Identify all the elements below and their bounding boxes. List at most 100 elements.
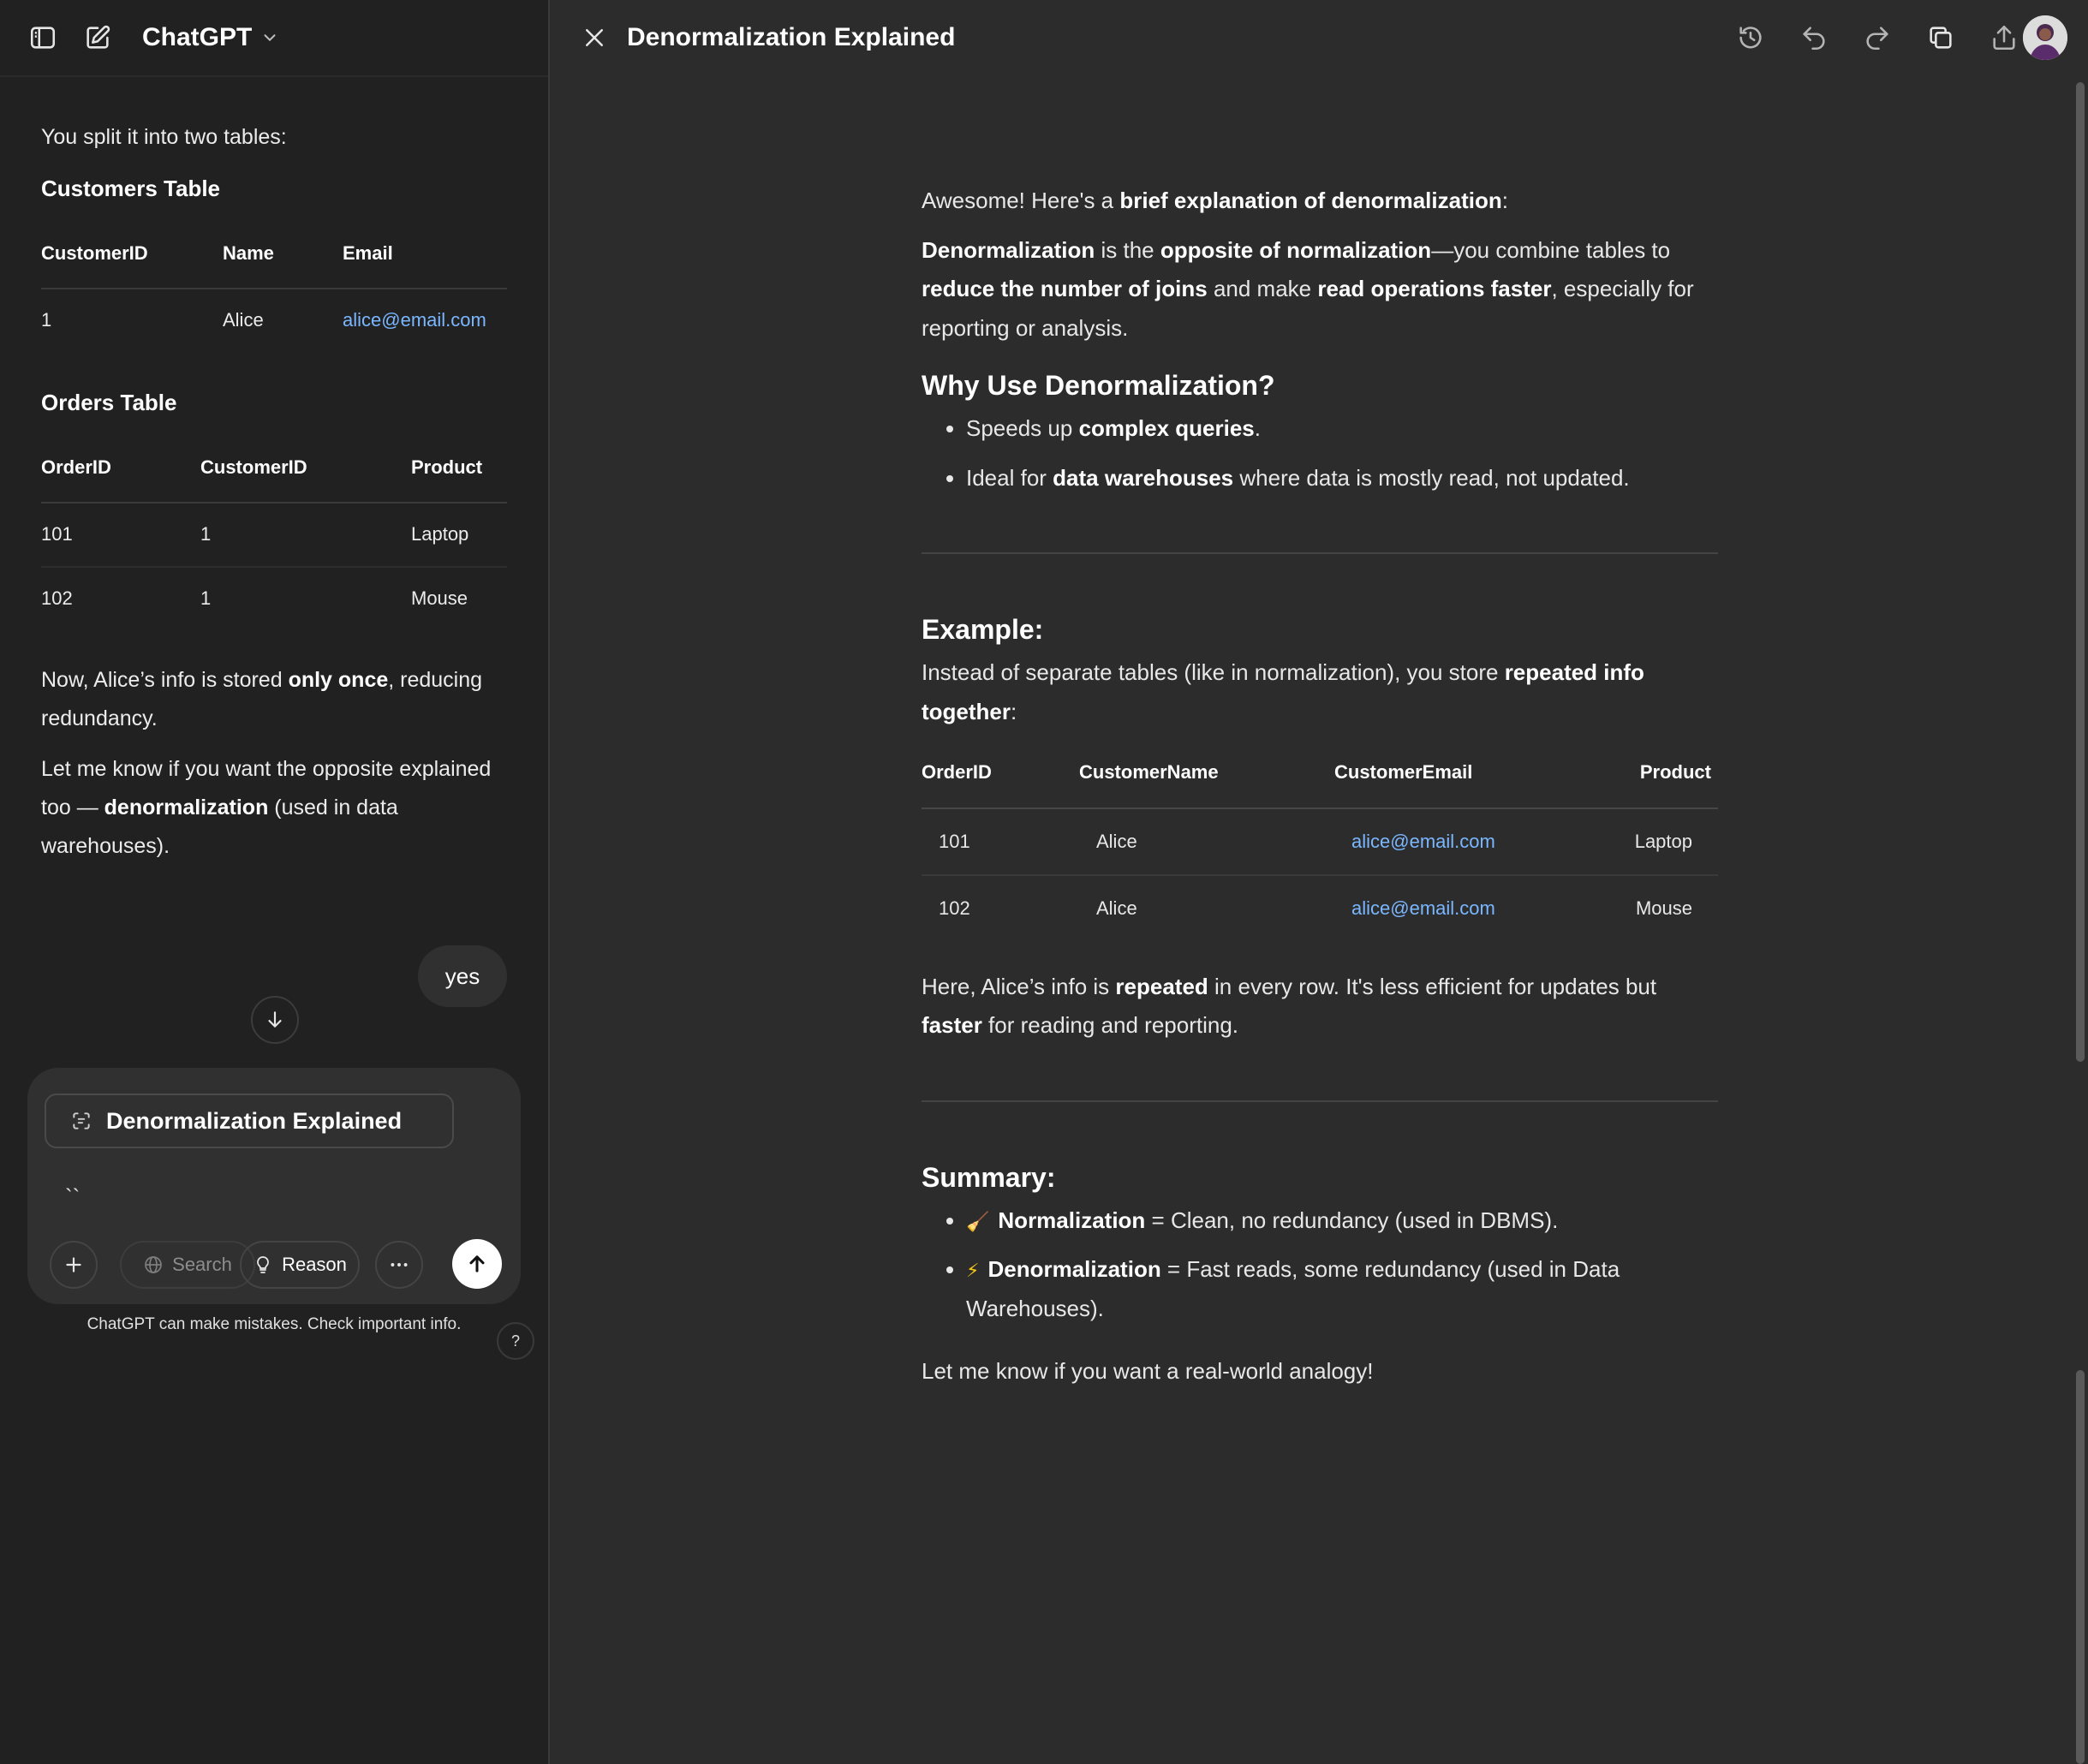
canvas-document: Awesome! Here's a brief explanation of d… [922,182,1718,1402]
close-icon [582,25,607,51]
search-button[interactable]: Search [120,1241,255,1289]
message-text: You split it into two tables: [41,125,287,149]
broom-icon: 🧹 [966,1210,990,1232]
table-cell: 102 [41,587,73,609]
scroll-down-button[interactable] [251,996,299,1044]
table-cell: Alice [223,309,264,331]
divider [922,552,1718,554]
undo-icon[interactable] [1793,17,1834,58]
message-text: Let me know if you want the opposite exp… [41,756,492,858]
table-header: Product [1591,748,1718,809]
table-header: Product [411,443,507,504]
table-cell: 102 [939,897,970,920]
composer-input[interactable]: `` [65,1177,80,1218]
email-link[interactable]: alice@email.com [343,309,486,331]
table-cell: alice@email.com [1334,875,1591,942]
table-cell: 101 [922,808,1079,877]
reason-button[interactable]: Reason [240,1241,360,1289]
table-header: Email [343,229,507,290]
list-item: Ideal for data warehouses where data is … [966,459,1718,498]
table-row: 101 Alice alice@email.com Laptop [922,808,1718,877]
denormalized-table: OrderID CustomerName CustomerEmail Produ… [922,748,1718,942]
table-header: OrderID [41,443,200,504]
canvas-chip[interactable]: Denormalization Explained [45,1094,454,1148]
table-header: OrderID [922,748,1079,809]
canvas-header: Denormalization Explained [550,0,2088,75]
arrow-down-icon [264,1009,286,1031]
table-cell: 1 [200,503,411,568]
chevron-down-icon [260,28,279,47]
section-heading: Example: [922,614,1044,645]
table-cell: Mouse [1635,897,1692,920]
attach-button[interactable] [50,1241,98,1289]
doc-paragraph: Let me know if you want a real-world ana… [922,1358,1374,1385]
table-row: 1 Alice alice@email.com [41,289,507,352]
canvas-icon [70,1110,92,1132]
customers-table: CustomerID Name Email 1 Alice alice@emai… [41,229,507,352]
table-cell: 101 [41,503,200,568]
help-button[interactable]: ? [497,1322,534,1360]
table-cell: Alice [1079,808,1334,877]
table-header: CustomerID [200,443,411,504]
disclaimer: ChatGPT can make mistakes. Check importa… [87,1315,462,1333]
table-cell: 1 [41,309,52,331]
sidebar-toggle-icon[interactable] [24,19,62,57]
table-header: CustomerEmail [1334,748,1591,809]
section-heading: Summary: [922,1161,1056,1193]
model-switcher[interactable]: ChatGPT [142,17,279,58]
canvas-chip-label: Denormalization Explained [106,1107,403,1134]
canvas-scrollbar[interactable] [2076,82,2085,1062]
table-row: 102 1 Mouse [41,567,507,630]
version-history-icon[interactable] [1730,17,1771,58]
section-heading: Why Use Denormalization? [922,370,1275,401]
table-cell: Mouse [411,587,468,609]
share-icon[interactable] [1984,17,2025,58]
model-name: ChatGPT [142,23,253,51]
table-cell: alice@email.com [343,289,507,352]
doc-paragraph: Here, Alice’s info is repeated in every … [922,973,1657,1039]
why-list: Speeds up complex queries. Ideal for dat… [922,409,1718,498]
chat-header: ChatGPT [0,0,548,77]
new-chat-icon[interactable] [79,19,116,57]
table-cell: Laptop [411,503,507,568]
page-scrollbar[interactable] [2076,1370,2085,1764]
chat-panel: ChatGPT You split it into two tables: Cu… [0,0,548,1764]
table-cell: 1 [200,587,212,609]
lightning-icon: ⚡ [966,1260,980,1282]
table-header: Name [223,229,343,290]
table-header: CustomerName [1079,748,1334,809]
arrow-up-icon [465,1252,489,1276]
orders-table: OrderID CustomerID Product 101 1 Laptop … [41,443,507,630]
send-button[interactable] [452,1239,502,1289]
close-canvas-button[interactable] [576,19,613,57]
email-link[interactable]: alice@email.com [1351,897,1495,919]
doc-paragraph: Denormalization is the opposite of norma… [922,236,1694,341]
doc-paragraph: Instead of separate tables (like in norm… [922,659,1644,724]
more-tools-button[interactable] [375,1241,423,1289]
list-item: ⚡Denormalization = Fast reads, some redu… [966,1250,1718,1328]
message-text: Now, Alice’s info is stored only once, r… [41,667,483,730]
doc-paragraph: Awesome! Here's a brief explanation of d… [922,188,1508,213]
email-link[interactable]: alice@email.com [1351,831,1495,852]
divider [922,1100,1718,1102]
avatar[interactable] [2023,15,2067,60]
search-button-label: Search [172,1254,232,1276]
canvas-panel: Denormalization Explained Awesome! Here'… [548,0,2088,1764]
redo-icon[interactable] [1857,17,1898,58]
orders-table-heading: Orders Table [41,389,177,415]
table-row: 102 Alice alice@email.com Mouse [922,875,1718,942]
table-header: CustomerID [41,229,223,290]
table-row: 101 1 Laptop [41,503,507,568]
globe-icon [143,1254,164,1275]
composer: Denormalization Explained `` Search Reas… [27,1068,521,1304]
assistant-message: You split it into two tables: Customers … [41,118,507,878]
summary-list: 🧹Normalization = Clean, no redundancy (u… [922,1201,1718,1329]
table-cell: alice@email.com [1334,808,1591,877]
lightbulb-icon [253,1254,273,1275]
table-cell: Alice [1096,897,1137,920]
customers-table-heading: Customers Table [41,176,221,201]
table-cell: Laptop [1591,808,1718,877]
copy-icon[interactable] [1920,17,1961,58]
app-window: ChatGPT You split it into two tables: Cu… [0,0,2088,1764]
list-item: 🧹Normalization = Clean, no redundancy (u… [966,1201,1718,1241]
